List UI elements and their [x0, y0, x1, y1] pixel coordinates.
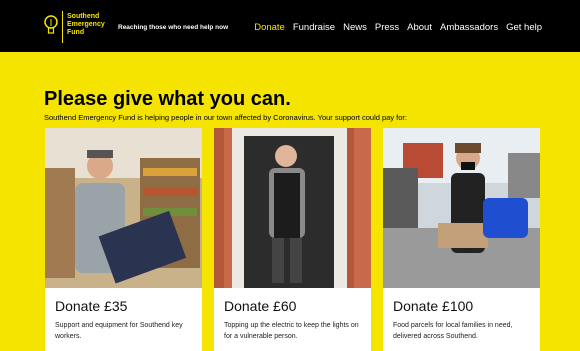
card-description: Food parcels for local families in need,…	[393, 322, 513, 340]
nav-ambassadors[interactable]: Ambassadors	[440, 22, 498, 33]
logo-text: Southend Emergency Fund	[67, 13, 107, 37]
card-title: Donate £60	[224, 298, 297, 314]
page-subheading: Southend Emergency Fund is helping peopl…	[44, 113, 408, 122]
page-heading: Please give what you can.	[44, 88, 291, 110]
donate-card-100[interactable]: Donate £100 Food parcels for local famil…	[383, 128, 540, 351]
logo[interactable]: Southend Emergency Fund	[44, 11, 107, 43]
nav-about[interactable]: About	[407, 22, 432, 33]
card-description: Support and equipment for Southend key w…	[55, 322, 183, 340]
nav-news[interactable]: News	[343, 22, 367, 33]
donate-card-35[interactable]: Donate £35 Support and equipment for Sou…	[45, 128, 202, 351]
card-photo-key-worker	[45, 128, 202, 288]
tagline: Reaching those who need help now	[118, 24, 229, 31]
card-photo-food-parcels	[383, 128, 540, 288]
logo-divider	[62, 11, 63, 43]
main-nav: Donate Fundraise News Press About Ambass…	[254, 22, 542, 33]
logo-line-2: Emergency	[67, 21, 105, 28]
nav-press[interactable]: Press	[375, 22, 399, 33]
nav-donate[interactable]: Donate	[254, 22, 285, 33]
card-photo-elderly-man	[214, 128, 371, 288]
logo-line-1: Southend	[67, 13, 100, 20]
nav-fundraise[interactable]: Fundraise	[293, 22, 335, 33]
top-navigation-bar: Southend Emergency Fund Reaching those w…	[0, 0, 580, 52]
card-title: Donate £100	[393, 298, 474, 314]
card-title: Donate £35	[55, 298, 128, 314]
donate-card-60[interactable]: Donate £60 Topping up the electric to ke…	[214, 128, 371, 351]
lightbulb-icon	[44, 15, 58, 34]
card-description: Topping up the electric to keep the ligh…	[224, 322, 359, 340]
nav-get-help[interactable]: Get help	[506, 22, 542, 33]
logo-line-3: Fund	[67, 29, 85, 36]
